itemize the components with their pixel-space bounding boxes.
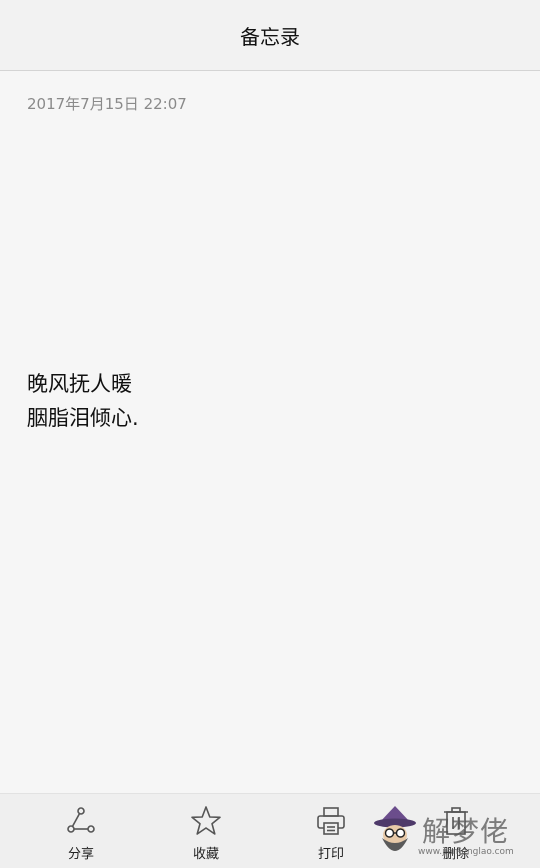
watermark-text: 解梦佬: [422, 815, 510, 848]
print-label: 打印: [317, 847, 344, 862]
share-icon: [67, 807, 95, 833]
note-line: 晚风抚人暖: [27, 372, 132, 396]
wizard-logo: [374, 806, 416, 851]
favorite-button[interactable]: 收藏: [166, 794, 246, 868]
note-date: 2017年7月15日 22:07: [27, 95, 187, 113]
page-title: 备忘录: [240, 24, 300, 49]
watermark: 解梦佬 www.jiemenglao.com: [370, 800, 540, 864]
print-button[interactable]: 打印: [291, 794, 371, 868]
app-header: 备忘录: [0, 0, 540, 71]
note-line: 胭脂泪倾心.: [27, 406, 139, 430]
star-icon: [191, 806, 221, 835]
share-button[interactable]: 分享: [41, 794, 121, 868]
printer-icon: [317, 807, 345, 835]
favorite-label: 收藏: [192, 847, 219, 862]
note-body[interactable]: 晚风抚人暖 胭脂泪倾心.: [27, 367, 139, 435]
watermark-url: www.jiemenglao.com: [418, 847, 514, 857]
share-label: 分享: [67, 847, 94, 862]
